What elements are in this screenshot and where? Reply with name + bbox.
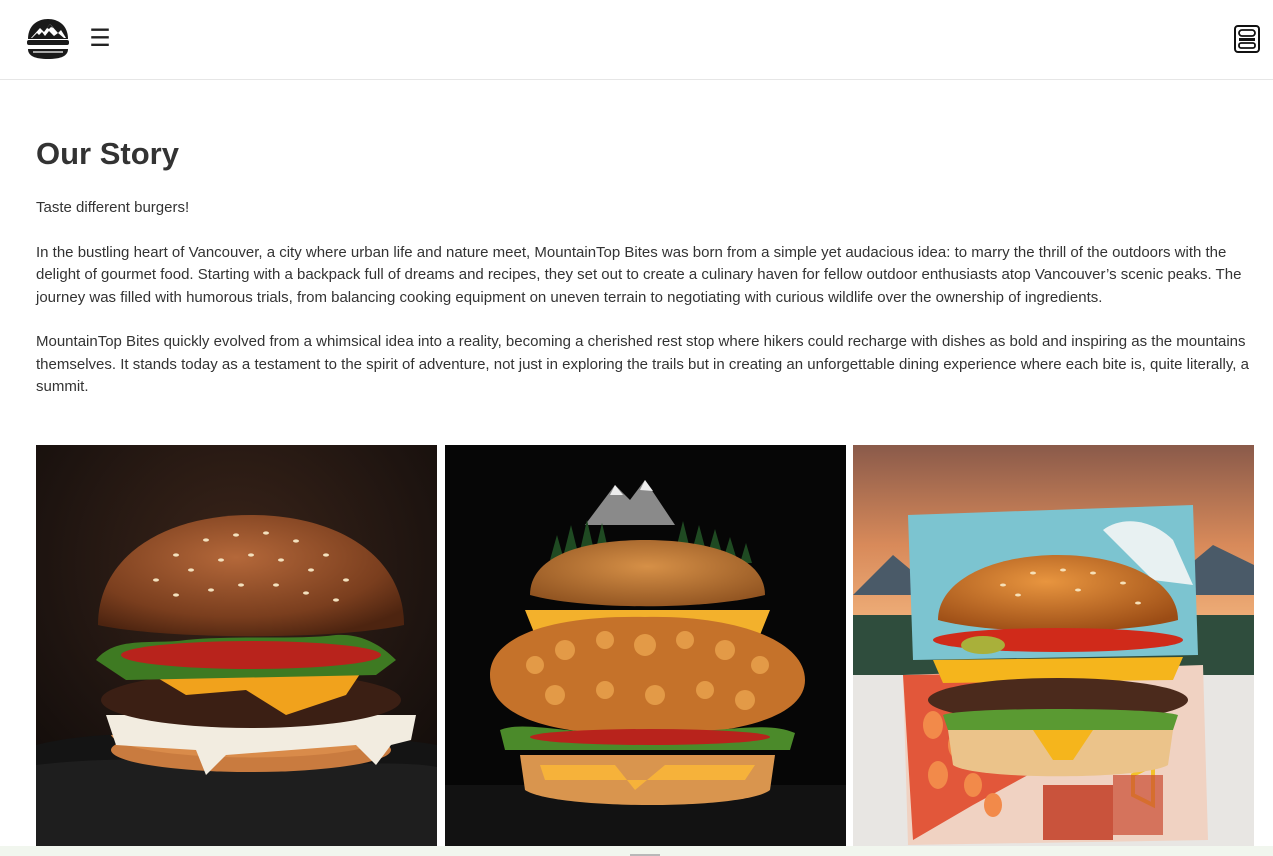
crispy-chicken-burger-with-mountain-top-photo xyxy=(445,445,846,846)
page-title: Our Story xyxy=(36,136,179,171)
burger-mountain-logo-icon[interactable] xyxy=(25,17,71,61)
story-section: Our Story Taste different burgers! In th… xyxy=(36,82,1256,399)
page: ☰ Our Story Taste different burgers! In … xyxy=(0,0,1273,856)
menu-icon[interactable]: ☰ xyxy=(88,27,112,51)
takeout-box-icon[interactable] xyxy=(1233,24,1261,54)
story-paragraph: In the bustling heart of Vancouver, a ci… xyxy=(36,243,1242,306)
cheeseburger-on-rock-photo xyxy=(36,445,437,846)
story-tagline: Taste different burgers! xyxy=(36,199,190,216)
burger-in-takeout-box-photo xyxy=(853,445,1254,846)
site-header: ☰ xyxy=(0,0,1273,80)
burger-gallery xyxy=(36,445,1255,846)
story-paragraph: MountainTop Bites quickly evolved from a… xyxy=(36,333,1249,395)
